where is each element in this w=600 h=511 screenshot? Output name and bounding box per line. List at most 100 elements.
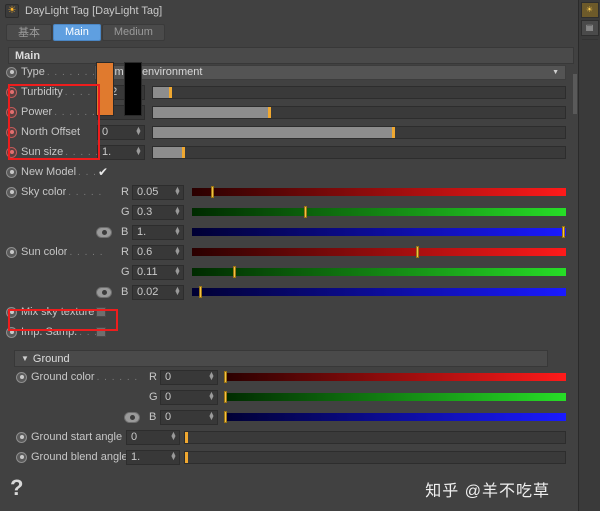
spinner-icon[interactable]: ▲▼ (208, 411, 215, 422)
window-title: DayLight Tag [DayLight Tag] (25, 5, 163, 17)
ground-color-r-slider[interactable] (224, 371, 566, 383)
slider-handle[interactable] (169, 86, 173, 98)
ground-color-swatch[interactable] (124, 62, 142, 116)
sun-color-g-slider[interactable] (192, 266, 566, 278)
sun-size-input[interactable]: 1. ▲ ▼ (97, 144, 145, 160)
channel-label-g: G (121, 206, 130, 218)
slider-handle[interactable] (304, 206, 308, 218)
spinner-icon[interactable]: ▲▼ (208, 391, 215, 402)
sky-color-r-input[interactable]: 0.05 ▲ ▼ (132, 184, 184, 200)
sun-color-b-input[interactable]: 0.02 ▲ ▼ (132, 284, 184, 300)
ground-start-angle-slider[interactable] (184, 430, 566, 444)
new-model-checkbox[interactable]: ✔ (98, 166, 108, 178)
animate-dot-icon[interactable] (6, 86, 17, 98)
dock-sun-icon[interactable]: ☀ (580, 2, 599, 18)
caret-down-icon[interactable]: ▼ (21, 354, 29, 363)
slider-handle[interactable] (185, 451, 188, 463)
sun-color-b-value: 0.02 (137, 286, 159, 298)
animate-dot-icon[interactable] (6, 166, 17, 178)
ground-color-g-input[interactable]: 0 ▲ ▼ (160, 389, 218, 405)
spinner-icon[interactable]: ▲▼ (174, 286, 181, 297)
north-offset-slider[interactable] (152, 125, 566, 139)
label-turbidity: Turbidity (21, 86, 63, 98)
channel-label-g: G (149, 391, 158, 403)
slider-handle[interactable] (233, 266, 237, 278)
ground-blend-angle-slider[interactable] (184, 450, 566, 464)
animate-dot-icon[interactable] (6, 66, 17, 78)
slider-handle[interactable] (224, 391, 227, 403)
slider-handle[interactable] (416, 246, 420, 258)
spinner-icon[interactable]: ▲▼ (174, 266, 181, 277)
animate-dot-icon[interactable] (16, 371, 27, 383)
sun-color-swatch[interactable] (96, 62, 114, 116)
animate-dot-icon[interactable] (6, 326, 17, 338)
slider-handle[interactable] (562, 226, 566, 238)
spinner-icon[interactable]: ▲▼ (170, 431, 177, 442)
tab-main[interactable]: Main (53, 23, 101, 41)
spinner-icon[interactable]: ▲▼ (135, 126, 142, 137)
sky-color-g-slider[interactable] (192, 206, 566, 218)
animate-dot-icon[interactable] (16, 431, 27, 443)
sky-color-r-slider[interactable] (192, 186, 566, 198)
label-imp-samp: Imp. Samp. (21, 326, 78, 338)
spinner-icon[interactable]: ▲▼ (135, 146, 142, 157)
color-expand-knob[interactable] (96, 286, 112, 298)
turbidity-slider[interactable] (152, 85, 566, 99)
animate-dot-icon[interactable] (6, 126, 17, 138)
animate-dot-icon[interactable] (16, 451, 27, 463)
spinner-icon[interactable]: ▲▼ (174, 246, 181, 257)
ground-blend-angle-input[interactable]: 1. ▲ ▼ (126, 449, 180, 465)
power-slider[interactable] (152, 105, 566, 119)
ground-start-angle-input[interactable]: 0 ▲ ▼ (126, 429, 180, 445)
sky-color-g-input[interactable]: 0.3 ▲ ▼ (132, 204, 184, 220)
spinner-icon[interactable]: ▲▼ (174, 226, 181, 237)
animate-dot-icon[interactable] (6, 146, 17, 158)
color-expand-knob[interactable] (124, 411, 140, 423)
animate-dot-icon[interactable] (6, 246, 17, 258)
slider-handle[interactable] (268, 106, 272, 118)
animate-dot-icon[interactable] (6, 306, 17, 318)
spinner-icon[interactable]: ▲▼ (174, 206, 181, 217)
spinner-icon[interactable]: ▲▼ (208, 371, 215, 382)
ground-color-b-slider[interactable] (224, 411, 566, 423)
mix-sky-texture-checkbox[interactable] (96, 307, 106, 317)
tab-basic[interactable]: 基本 (6, 23, 52, 41)
help-icon[interactable]: ? (10, 477, 23, 499)
row-sky-color-r: Sky color . . . . . R 0.05 ▲ ▼ (0, 62, 566, 202)
sun-color-r-slider[interactable] (192, 246, 566, 258)
sky-color-b-slider[interactable] (192, 226, 566, 238)
sun-color-b-slider[interactable] (192, 286, 566, 298)
spinner-icon[interactable]: ▲▼ (170, 451, 177, 462)
animate-dot-icon[interactable] (6, 106, 17, 118)
slider-fill (153, 126, 392, 138)
sun-color-r-input[interactable]: 0.6 ▲ ▼ (132, 244, 184, 260)
sun-color-g-input[interactable]: 0.11 ▲ ▼ (132, 264, 184, 280)
spinner-icon[interactable]: ▲▼ (174, 186, 181, 197)
sky-color-b-input[interactable]: 1. ▲ ▼ (132, 224, 184, 240)
dock-attributes-icon[interactable]: ▤ (580, 20, 599, 36)
ground-color-b-input[interactable]: 0 ▲ ▼ (160, 409, 218, 425)
slider-handle[interactable] (181, 146, 185, 158)
slider-handle[interactable] (185, 431, 188, 443)
slider-handle[interactable] (199, 286, 203, 298)
sun-size-slider[interactable] (152, 145, 566, 159)
ground-color-r-input[interactable]: 0 ▲ ▼ (160, 369, 218, 385)
color-expand-knob[interactable] (96, 226, 112, 238)
slider-handle[interactable] (210, 186, 214, 198)
blue-gradient (224, 413, 566, 421)
imp-samp-checkbox[interactable] (96, 327, 106, 337)
section-header-ground[interactable]: ▼ Ground (14, 350, 548, 367)
animate-dot-icon[interactable] (6, 186, 17, 198)
scrollbar-thumb[interactable] (573, 74, 577, 114)
blue-gradient (192, 288, 566, 296)
daylight-tag-panel: ☀ DayLight Tag [DayLight Tag] 基本 Main Me… (0, 0, 600, 511)
tab-medium[interactable]: Medium (101, 23, 165, 41)
ground-color-g-slider[interactable] (224, 391, 566, 403)
slider-handle[interactable] (224, 411, 227, 423)
slider-handle[interactable] (224, 371, 227, 383)
type-dropdown[interactable]: Primary environment ▼ (94, 64, 566, 80)
right-dock: ☀ ▤ (578, 0, 600, 511)
titlebar: ☀ DayLight Tag [DayLight Tag] (0, 0, 578, 22)
slider-handle[interactable] (391, 126, 395, 138)
north-offset-input[interactable]: 0 ▲ ▼ (97, 124, 145, 140)
